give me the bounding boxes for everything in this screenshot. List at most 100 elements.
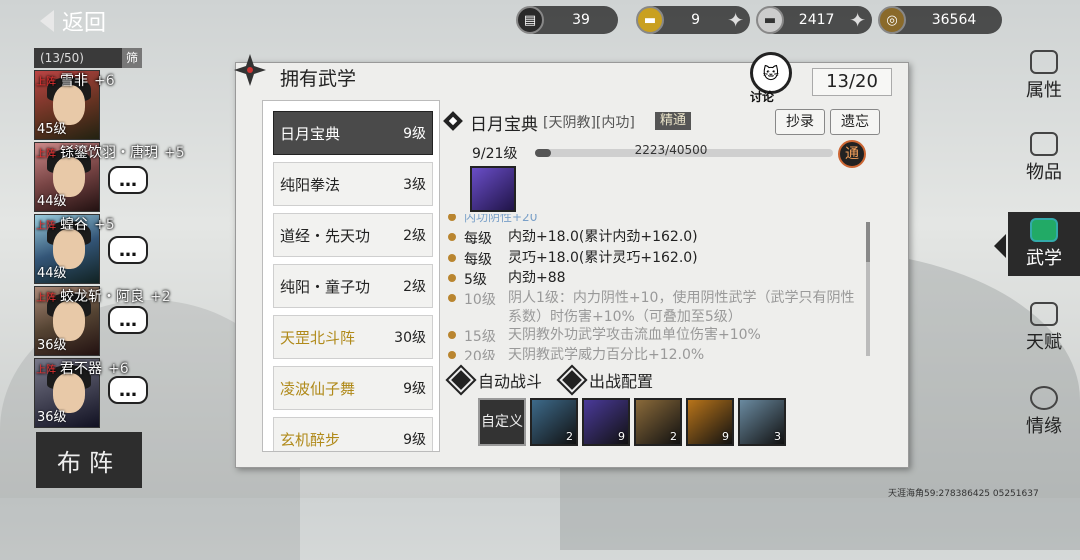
move-count: 2 <box>670 430 677 443</box>
forget-button[interactable]: 遗忘 <box>830 109 880 135</box>
skill-name: 日月宝典 <box>280 124 341 143</box>
move-count: 9 <box>618 430 625 443</box>
resource-cart: ▤ 39 <box>516 6 618 34</box>
skill-item[interactable]: 天罡北斗阵 30级 <box>273 315 433 359</box>
skill-name: 纯阳・童子功 <box>280 277 371 296</box>
skill-level: 2级 <box>403 228 426 244</box>
level-progress: 9/21级 <box>472 146 518 162</box>
hero-level: 36级 <box>37 338 67 353</box>
chat-bubble-icon[interactable]: … <box>108 306 148 334</box>
effect-row: 15级 天阴教外功武学攻击流血单位伤害+10% <box>446 326 866 346</box>
scrollbar-thumb[interactable] <box>866 222 870 262</box>
effects-scrollbar[interactable] <box>866 222 870 356</box>
skill-name: 天罡北斗阵 <box>280 328 356 347</box>
hero-tag-5: 上阵 君不器 +6 <box>36 358 129 378</box>
skill-level: 9级 <box>403 432 426 448</box>
effect-row: 5级 内劲+88 <box>446 269 866 289</box>
resource-gold[interactable]: ▬ 9 ✦ <box>636 6 750 34</box>
nav-label: 属性 <box>1026 80 1062 101</box>
copy-button[interactable]: 抄录 <box>775 109 825 135</box>
shuriken-icon <box>234 54 266 86</box>
skill-item[interactable]: 凌波仙子舞 9级 <box>273 366 433 410</box>
book-icon <box>1030 218 1058 242</box>
chat-bubble-icon[interactable]: … <box>108 236 148 264</box>
effect-text: 阴人1级：内力阴性+10，使用阴性武学（武学只有阴性系数）时伤害+10%（可叠加… <box>508 290 855 325</box>
resource-value: 36564 <box>931 12 977 28</box>
skill-portrait-icon <box>470 166 516 212</box>
diamond-icon <box>556 364 588 396</box>
mastery-badge-icon[interactable]: 通 <box>838 140 866 168</box>
nav-label: 情缘 <box>1026 416 1062 437</box>
nav-talents[interactable]: 天赋 <box>1008 296 1080 360</box>
skill-level: 3级 <box>403 177 426 193</box>
move-slot[interactable]: 9 <box>582 398 630 446</box>
skill-sect-type: [天阴教][内功] <box>543 115 635 131</box>
bullet-icon <box>448 331 456 339</box>
exp-text: 2223/40500 <box>634 143 708 157</box>
bullet-icon <box>448 294 456 302</box>
nav-label: 武学 <box>1026 248 1062 269</box>
hero-name: 蛟龙斩・阿良 <box>60 289 144 305</box>
nav-attributes[interactable]: 属性 <box>1008 44 1080 108</box>
deploy-config-button[interactable]: 出战配置 <box>556 364 654 396</box>
skill-name: 凌波仙子舞 <box>280 379 356 398</box>
hero-bonus: +2 <box>150 289 171 305</box>
add-gold-icon[interactable]: ✦ <box>727 8 744 32</box>
discuss-label: 讨论 <box>750 90 775 104</box>
effect-text: 内功阴性+20 <box>464 214 538 224</box>
hero-name: 铩鎏饮羽・唐玥 <box>60 145 158 161</box>
on-team-badge: 上阵 <box>36 221 56 232</box>
hero-tag-1: 上阵 雪非 +6 <box>36 70 115 90</box>
effect-text: 内劲+88 <box>508 270 566 286</box>
nav-label: 物品 <box>1026 162 1062 183</box>
on-team-badge: 上阵 <box>36 293 56 304</box>
add-silver-icon[interactable]: ✦ <box>849 8 866 32</box>
move-slot[interactable]: 9 <box>686 398 734 446</box>
discuss-button[interactable]: 🐱 讨论 <box>746 52 796 104</box>
mastery-grade-badge: 精通 <box>655 112 692 130</box>
chat-bubble-icon[interactable]: … <box>108 376 148 404</box>
skill-item[interactable]: 纯阳拳法 3级 <box>273 162 433 206</box>
hero-level: 44级 <box>37 194 67 209</box>
formation-button[interactable]: 布阵 <box>36 432 142 488</box>
bullet-icon <box>448 274 456 282</box>
nav-bonds[interactable]: 情缘 <box>1008 380 1080 444</box>
hero-bonus: +5 <box>94 217 115 233</box>
skill-item[interactable]: 道经・先天功 2级 <box>273 213 433 257</box>
hero-tag-4: 上阵 蛟龙斩・阿良 +2 <box>36 286 171 306</box>
effect-key: 每级 <box>464 231 492 247</box>
silver-ingot-icon: ▬ <box>756 6 784 34</box>
resource-silver[interactable]: ▬ 2417 ✦ <box>756 6 872 34</box>
custom-moves-button[interactable]: 自定义 <box>478 398 526 446</box>
nav-items[interactable]: 物品 <box>1008 126 1080 190</box>
heart-icon <box>1030 386 1058 410</box>
resource-value: 2417 <box>798 12 835 28</box>
move-slot[interactable]: 2 <box>530 398 578 446</box>
move-count: 2 <box>566 430 573 443</box>
hero-bonus: +6 <box>108 361 129 377</box>
cart-icon: ▤ <box>516 6 544 34</box>
skill-item[interactable]: 日月宝典 9级 <box>273 111 433 155</box>
active-nav-arrow-icon <box>994 234 1006 258</box>
nav-martial-arts[interactable]: 武学 <box>1008 212 1080 276</box>
skill-level: 9级 <box>403 126 426 142</box>
skill-item[interactable]: 玄机醉步 9级 <box>273 417 433 451</box>
roster-count: (13/50) <box>40 51 84 65</box>
resource-copper: ◎ 36564 <box>878 6 1002 34</box>
move-slot[interactable]: 2 <box>634 398 682 446</box>
skill-type-icon <box>443 111 463 131</box>
back-button[interactable]: 返回 <box>40 6 140 36</box>
back-label: 返回 <box>62 11 107 36</box>
talent-icon <box>1030 302 1058 326</box>
deploy-label: 出战配置 <box>589 372 654 391</box>
bullet-icon <box>448 214 456 221</box>
skill-item[interactable]: 纯阳・童子功 2级 <box>273 264 433 308</box>
skill-name: 道经・先天功 <box>280 226 371 245</box>
chat-bubble-icon[interactable]: … <box>108 166 148 194</box>
auto-battle-toggle[interactable]: 自动战斗 <box>445 364 542 396</box>
move-slot[interactable]: 3 <box>738 398 786 446</box>
filter-button[interactable]: 筛 <box>121 48 142 68</box>
skill-list[interactable]: 日月宝典 9级 纯阳拳法 3级 道经・先天功 2级 纯阳・童子功 2级 天罡北斗阵 30级… <box>262 100 440 452</box>
effect-key: 20级 <box>464 349 496 360</box>
skill-effects-list[interactable]: 内功阴性+20 每级 内劲+18.0(累计内劲+162.0) 每级 灵巧+18.0(… <box>446 214 866 360</box>
